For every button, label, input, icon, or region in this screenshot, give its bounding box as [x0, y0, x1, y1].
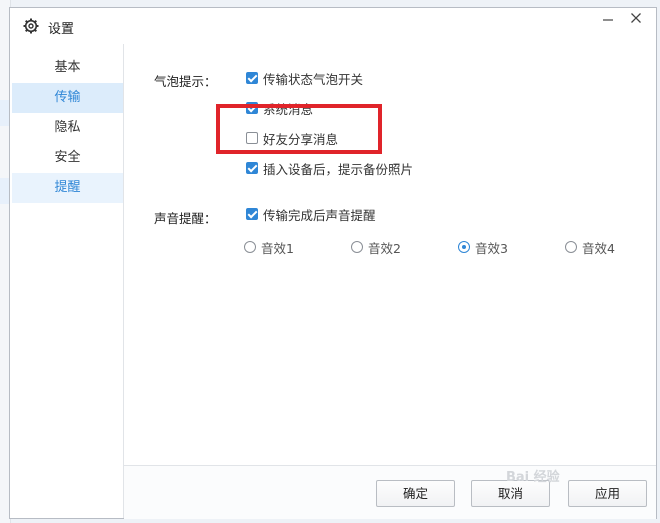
checkbox-label: 插入设备后，提示备份照片	[263, 161, 414, 177]
radio-unselected-icon	[565, 241, 577, 253]
radio-unselected-icon	[244, 241, 256, 253]
sidebar-item-privacy[interactable]: 隐私	[12, 113, 123, 143]
radio-selected-icon	[458, 241, 470, 253]
settings-dialog: 设置 基本 传输 隐私 安全 提醒 气泡提示： 传输状态气泡开关 系统消息 好友…	[9, 7, 657, 519]
checkbox-label: 好友分享消息	[263, 131, 339, 147]
sidebar-item-basic[interactable]: 基本	[12, 53, 123, 83]
radio-label: 音效2	[368, 240, 401, 256]
bubble-section-label: 气泡提示：	[154, 74, 217, 89]
cancel-button[interactable]: 取消	[471, 480, 550, 507]
gear-icon	[22, 17, 40, 35]
radio-sound-effect-3[interactable]: 音效3	[458, 239, 508, 256]
radio-label: 音效1	[261, 240, 294, 256]
window-title: 设置	[48, 22, 75, 37]
title-bar: 设置	[10, 8, 656, 44]
radio-sound-effect-2[interactable]: 音效2	[351, 239, 401, 256]
radio-label: 音效4	[582, 240, 615, 256]
checkbox-backup-photos[interactable]: 插入设备后，提示备份照片	[246, 160, 414, 177]
sidebar-item-reminder[interactable]: 提醒	[12, 173, 123, 203]
radio-sound-effect-4[interactable]: 音效4	[565, 239, 615, 256]
dialog-footer: 确定 取消 应用	[124, 465, 656, 519]
radio-sound-effect-1[interactable]: 音效1	[244, 239, 294, 256]
ok-button[interactable]: 确定	[376, 480, 455, 507]
sidebar-item-security[interactable]: 安全	[12, 143, 123, 173]
checkbox-friend-share[interactable]: 好友分享消息	[246, 130, 339, 147]
checkbox-transfer-bubble[interactable]: 传输状态气泡开关	[246, 70, 364, 87]
minimize-icon[interactable]	[594, 9, 622, 31]
sound-section-label: 声音提醒：	[154, 211, 217, 226]
checkbox-sound-on-complete[interactable]: 传输完成后声音提醒	[246, 206, 376, 223]
checkbox-label: 传输完成后声音提醒	[263, 207, 376, 223]
checkbox-checked-icon	[246, 162, 258, 174]
checkbox-label: 传输状态气泡开关	[263, 71, 364, 87]
checkbox-checked-icon	[246, 208, 258, 220]
checkbox-checked-icon	[246, 72, 258, 84]
radio-unselected-icon	[351, 241, 363, 253]
settings-sidebar: 基本 传输 隐私 安全 提醒	[10, 44, 124, 518]
checkbox-system-message[interactable]: 系统消息	[246, 100, 314, 117]
apply-button[interactable]: 应用	[568, 480, 647, 507]
sidebar-item-transfer[interactable]: 传输	[12, 83, 123, 113]
radio-label: 音效3	[475, 240, 508, 256]
reminder-settings-panel: 气泡提示： 传输状态气泡开关 系统消息 好友分享消息 插入设备后，提示备份照片 …	[124, 44, 656, 518]
checkbox-label: 系统消息	[263, 101, 314, 117]
close-icon[interactable]	[622, 9, 650, 31]
checkbox-checked-icon	[246, 102, 258, 114]
checkbox-unchecked-icon	[246, 132, 258, 144]
